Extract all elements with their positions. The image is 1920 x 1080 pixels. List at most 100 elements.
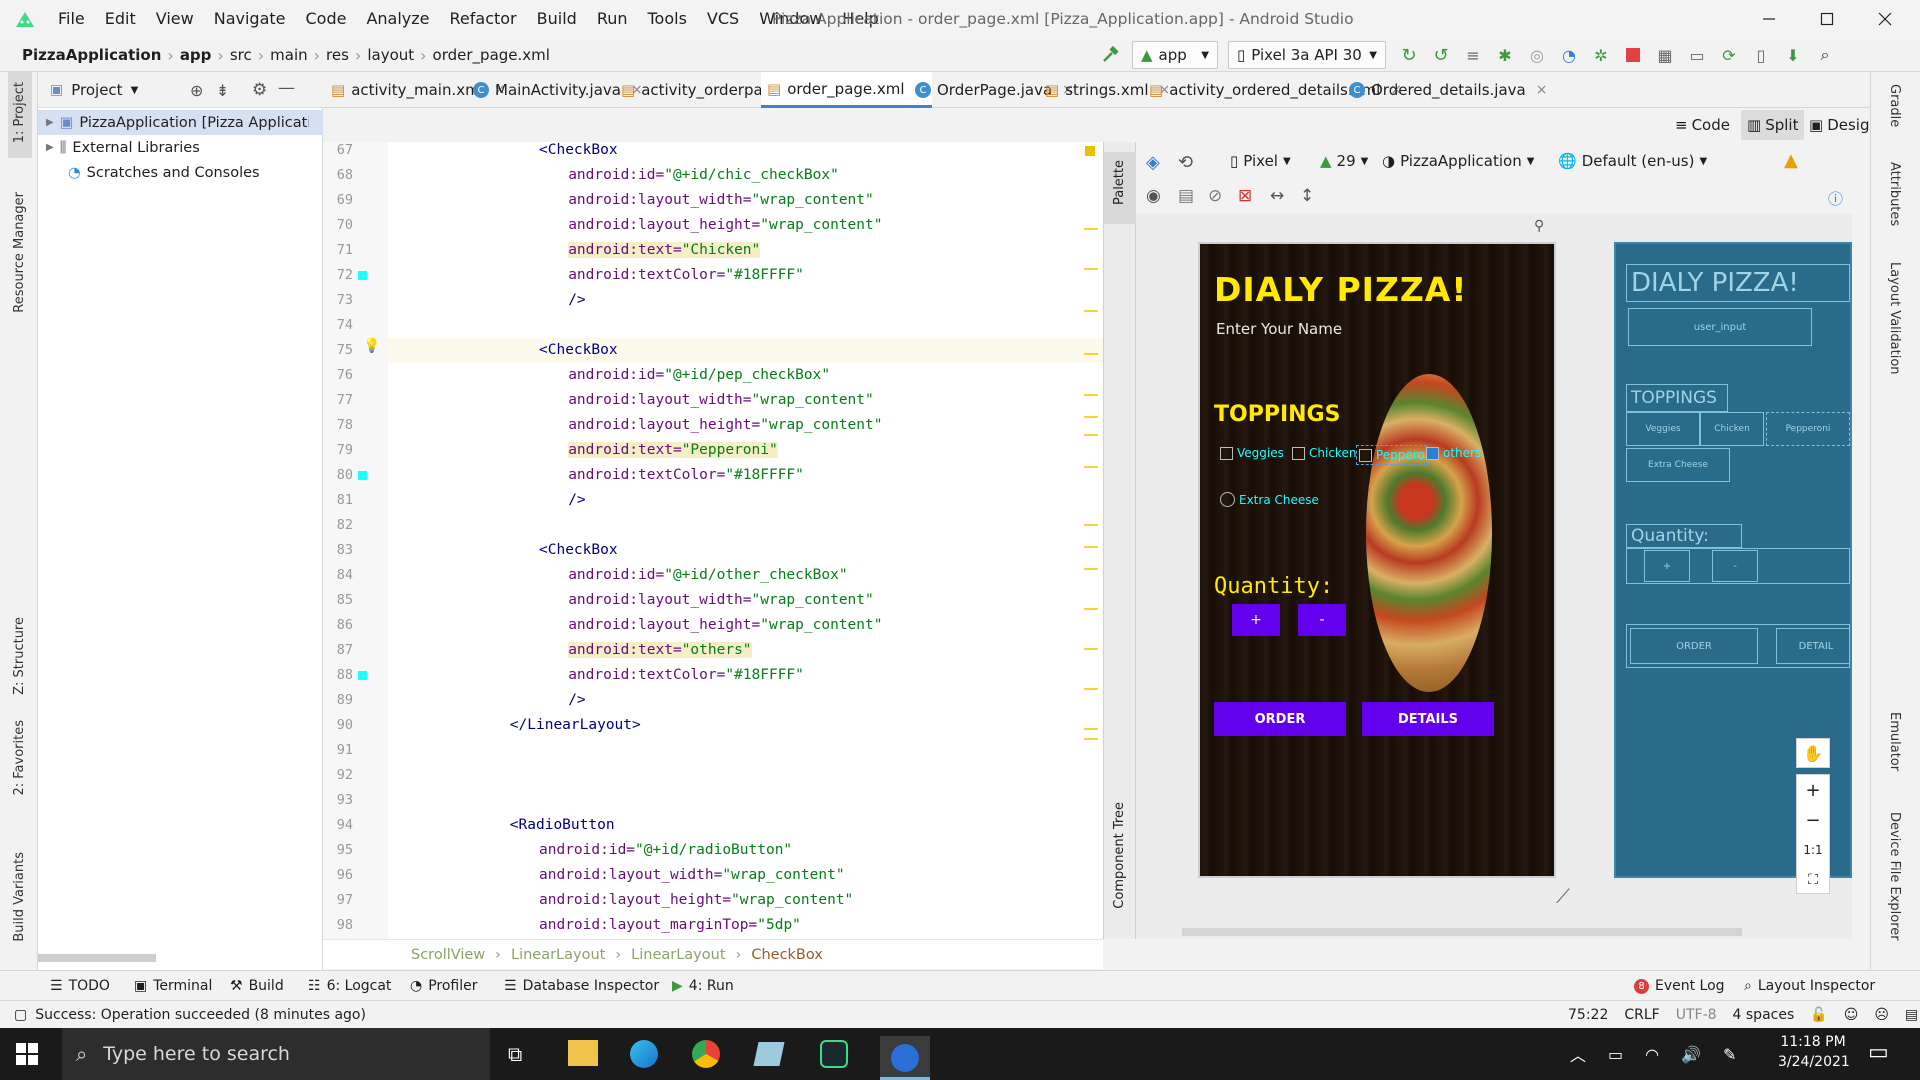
code-line[interactable]: <RadioButton bbox=[510, 813, 615, 838]
code-line[interactable]: /> bbox=[568, 488, 585, 513]
apply-code-icon[interactable]: ≡ bbox=[1460, 41, 1486, 69]
resize-handle-icon[interactable]: ⟋ bbox=[1556, 884, 1570, 908]
bp-toppings[interactable]: TOPPINGS bbox=[1626, 384, 1728, 412]
api-level-select[interactable]: ▲ 29 ▼ bbox=[1320, 152, 1368, 170]
profile-icon[interactable]: ◔ bbox=[1556, 41, 1582, 69]
radio-extra-cheese[interactable]: Extra Cheese bbox=[1220, 492, 1319, 507]
collapse-all-icon[interactable]: ⇟ bbox=[216, 81, 229, 100]
android-studio-taskbar-icon[interactable] bbox=[820, 1040, 848, 1068]
stop-icon[interactable] bbox=[1620, 41, 1646, 69]
cursor-position[interactable]: 75:22 bbox=[1568, 1007, 1608, 1023]
tab-attributes[interactable]: Attributes bbox=[1887, 162, 1902, 226]
locate-icon[interactable]: ⊕ bbox=[190, 81, 203, 100]
tree-item-project[interactable]: ▶ ▣ PizzaApplication [Pizza Application] bbox=[38, 110, 323, 135]
tool-profiler[interactable]: ◔ Profiler bbox=[410, 971, 478, 1001]
maximize-button[interactable] bbox=[1798, 0, 1856, 38]
chevron-up-icon[interactable]: ︿ bbox=[1570, 1042, 1586, 1066]
search-icon[interactable]: ⌕ bbox=[1812, 41, 1838, 69]
autoconnect-icon[interactable]: ⊘ bbox=[1208, 186, 1222, 206]
design-horizontal-scrollbar[interactable] bbox=[1182, 928, 1742, 936]
details-button[interactable]: DETAILS bbox=[1362, 702, 1494, 736]
phone-preview[interactable]: DIALY PIZZA! Enter Your Name TOPPINGS Ve… bbox=[1198, 242, 1556, 878]
coverage-icon[interactable]: ✲ bbox=[1588, 41, 1614, 69]
minimize-button[interactable] bbox=[1740, 0, 1798, 38]
tree-item-scratches[interactable]: ◔ Scratches and Consoles bbox=[38, 160, 260, 185]
windows-start-icon[interactable] bbox=[16, 1043, 38, 1065]
code-line[interactable]: android:text="Pepperoni" bbox=[568, 438, 778, 463]
code-line[interactable]: android:text="Chicken" bbox=[568, 238, 761, 263]
code-line[interactable]: android:id="@+id/other_checkBox" bbox=[568, 563, 847, 588]
zoom-out-icon[interactable]: − bbox=[1797, 805, 1829, 835]
code-line[interactable]: android:layout_height="wrap_content" bbox=[568, 413, 882, 438]
status-message[interactable]: ▢ Success: Operation succeeded (8 minutes… bbox=[14, 1001, 366, 1029]
tab-gradle[interactable]: Gradle bbox=[1887, 84, 1902, 127]
menu-navigate[interactable]: Navigate bbox=[204, 0, 296, 38]
pen-icon[interactable]: ✎ bbox=[1723, 1045, 1736, 1064]
color-swatch-icon[interactable] bbox=[358, 471, 367, 480]
orientation-icon[interactable]: ⟲ bbox=[1178, 152, 1193, 173]
code-line[interactable]: /> bbox=[568, 688, 585, 713]
bp-details[interactable]: DETAIL bbox=[1776, 628, 1850, 664]
pan-hand-icon[interactable]: ✋ bbox=[1796, 738, 1830, 768]
color-swatch-icon[interactable] bbox=[358, 271, 367, 280]
code-line[interactable]: android:textColor="#18FFFF" bbox=[568, 263, 804, 288]
clear-constraints-icon[interactable]: ⊠ bbox=[1238, 186, 1252, 206]
hammer-icon[interactable] bbox=[1096, 41, 1124, 69]
wifi-icon[interactable]: ◠ bbox=[1645, 1045, 1659, 1064]
tab-layout-validation[interactable]: Layout Validation bbox=[1887, 262, 1902, 375]
tool-todo[interactable]: ☰ TODO bbox=[50, 971, 110, 1001]
editor-breadcrumb-item[interactable]: LinearLayout bbox=[511, 947, 605, 963]
apply-changes-icon[interactable]: ↺ bbox=[1428, 41, 1454, 69]
code-editor[interactable]: 67 68 69 70 71 72 73 74 75 76 77 78 79 80 81 82 83 84 85 86… bbox=[323, 142, 1103, 939]
tool-layout-inspector[interactable]: ⌕ Layout Inspector bbox=[1744, 971, 1875, 1001]
device-select[interactable]: ▯ Pixel 3a API 30 ▼ bbox=[1228, 41, 1386, 69]
breadcrumb-item[interactable]: main bbox=[270, 46, 307, 64]
file-explorer-icon[interactable] bbox=[568, 1040, 598, 1066]
horizontal-resize-icon[interactable]: ↔ bbox=[1270, 186, 1284, 206]
smiley-icon[interactable]: ☺ bbox=[1844, 1007, 1859, 1023]
vertical-resize-icon[interactable]: ↕ bbox=[1300, 186, 1314, 206]
editor-breadcrumb-item[interactable]: CheckBox bbox=[751, 947, 823, 963]
code-line[interactable]: android:layout_marginTop="5dp" bbox=[539, 913, 801, 938]
sdk-manager-icon[interactable]: ⬇ bbox=[1780, 41, 1806, 69]
code-line[interactable]: android:layout_height="wrap_content" bbox=[568, 213, 882, 238]
tab-build-variants[interactable]: Build Variants bbox=[12, 852, 27, 942]
bp-plus[interactable]: + bbox=[1644, 550, 1690, 582]
zoom-fit-icon[interactable]: ⛶ bbox=[1797, 865, 1829, 895]
breadcrumb-item[interactable]: PizzaApplication bbox=[22, 46, 161, 64]
volume-icon[interactable]: 🔊 bbox=[1681, 1045, 1701, 1064]
task-view-icon[interactable]: ⧉ bbox=[508, 1042, 522, 1066]
menu-run[interactable]: Run bbox=[587, 0, 638, 38]
run-config-select[interactable]: ▲ app ▼ bbox=[1132, 41, 1218, 69]
tab-project[interactable]: 1: Project bbox=[12, 82, 27, 143]
bp-title[interactable]: DIALY PIZZA! bbox=[1626, 264, 1850, 302]
blueprint-toggle-icon[interactable]: ▤ bbox=[1178, 186, 1194, 206]
active-app-tile[interactable] bbox=[880, 1036, 930, 1080]
horizontal-scrollbar[interactable] bbox=[38, 954, 156, 962]
code-line[interactable]: android:id="@+id/pep_checkBox" bbox=[568, 363, 830, 388]
indent-setting[interactable]: 4 spaces bbox=[1733, 1007, 1795, 1023]
code-line[interactable]: android:layout_width="wrap_content" bbox=[568, 388, 874, 413]
code-line[interactable]: android:textColor="#18FFFF" bbox=[568, 663, 804, 688]
attach-debugger-icon[interactable]: ◎ bbox=[1524, 41, 1550, 69]
avd-manager-icon[interactable]: ▭ bbox=[1684, 41, 1710, 69]
tab-emulator[interactable]: Emulator bbox=[1887, 712, 1902, 771]
bp-minus[interactable]: - bbox=[1712, 550, 1758, 582]
bp-checkbox-pepperoni[interactable]: Pepperoni bbox=[1766, 412, 1850, 446]
menu-build[interactable]: Build bbox=[527, 0, 587, 38]
gear-icon[interactable]: ⚙ bbox=[252, 80, 267, 100]
code-line[interactable]: android:layout_width="wrap_content" bbox=[539, 863, 845, 888]
frown-icon[interactable]: ☹ bbox=[1874, 1007, 1889, 1023]
code-line[interactable]: android:layout_height="wrap_content" bbox=[539, 888, 853, 913]
layers-icon[interactable]: ◈ bbox=[1146, 152, 1160, 173]
edge-icon[interactable] bbox=[630, 1040, 658, 1068]
zoom-reset-button[interactable]: 1:1 bbox=[1797, 835, 1829, 865]
tool-event-log[interactable]: 8 Event Log bbox=[1634, 971, 1725, 1001]
tool-build[interactable]: ⚒ Build bbox=[230, 971, 284, 1001]
code-mode-button[interactable]: ≡ Code bbox=[1675, 112, 1730, 138]
bp-order[interactable]: ORDER bbox=[1630, 628, 1758, 664]
sync-gradle-icon[interactable]: ⟳ bbox=[1716, 41, 1742, 69]
tool-terminal[interactable]: ▣ Terminal bbox=[134, 971, 212, 1001]
warning-icon[interactable]: ▲ bbox=[1784, 150, 1798, 171]
notifications-icon[interactable]: ▭ bbox=[1868, 1040, 1889, 1065]
